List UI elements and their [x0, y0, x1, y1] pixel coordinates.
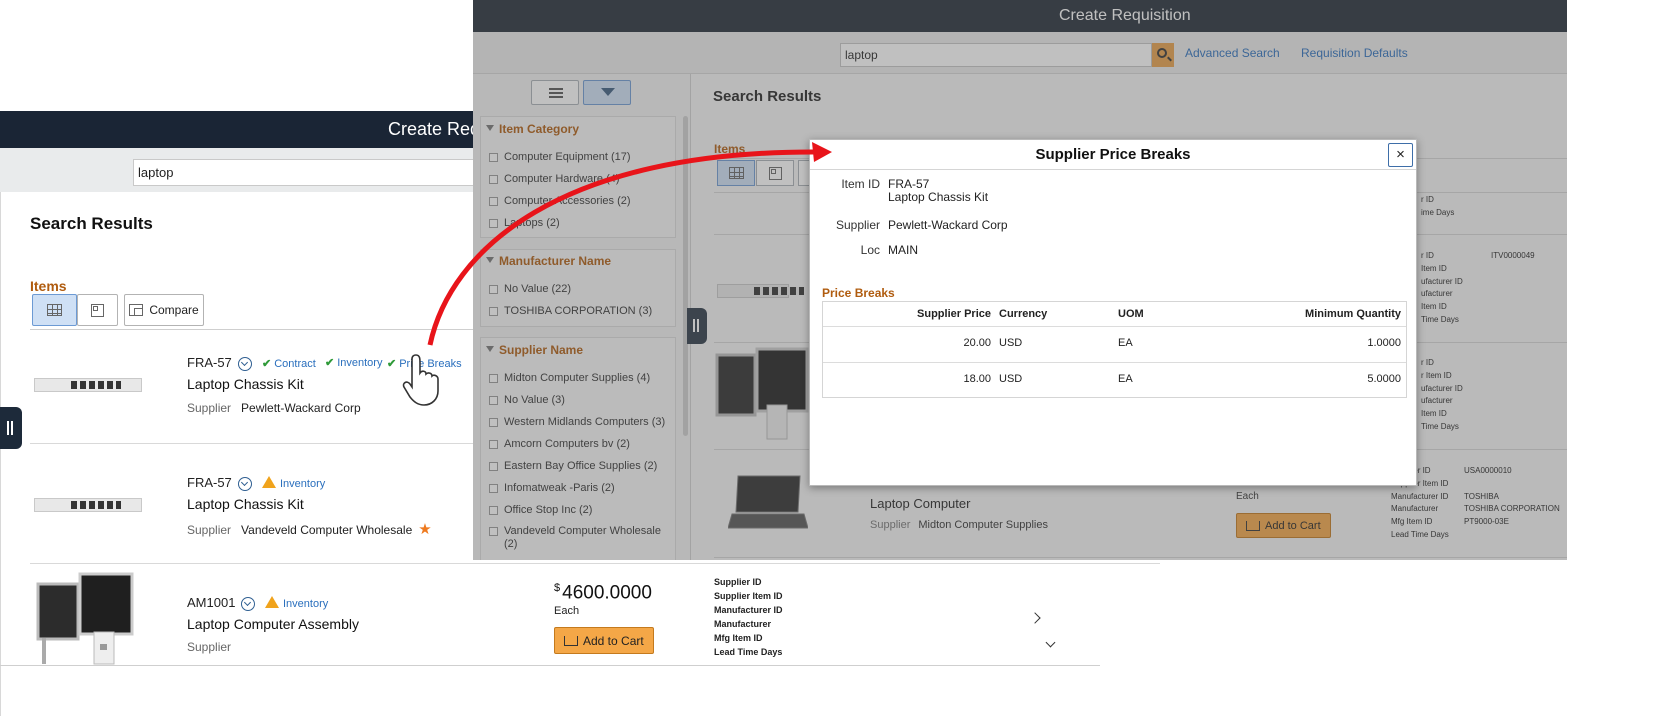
column-header: UOM — [1118, 308, 1144, 320]
attr-label: Manufacturer — [714, 619, 772, 629]
table-cell: 18.00 — [963, 373, 991, 385]
compare-icon — [129, 304, 144, 316]
supplier-label: Supplier — [187, 401, 232, 415]
check-icon: ✔ — [325, 357, 335, 369]
supplier-value: Pewlett-Wackard Corp — [888, 218, 1008, 232]
item-id-line: AM1001 — [187, 595, 256, 611]
price-value: 4600.0000 — [562, 582, 652, 604]
product-thumbnail — [34, 378, 142, 392]
items-label: Items — [30, 278, 67, 294]
divider — [0, 665, 1100, 666]
table-cell: USD — [999, 373, 1023, 385]
tag-label: Price Breaks — [399, 358, 462, 370]
tile-view-icon — [91, 303, 104, 317]
warning-icon — [265, 596, 279, 608]
table-cell: USD — [999, 337, 1023, 349]
attr-label: Supplier ID — [714, 577, 762, 587]
chevron-down-icon[interactable] — [237, 356, 252, 371]
table-cell: 5.0000 — [1367, 373, 1401, 385]
table-cell: EA — [1118, 373, 1133, 385]
column-header: Currency — [999, 308, 1048, 320]
item-id: FRA-57 — [187, 475, 232, 490]
supplier-label: Supplier — [187, 523, 232, 537]
price-breaks-title: Price Breaks — [822, 286, 895, 300]
add-to-cart-button[interactable]: Add to Cart — [554, 627, 654, 654]
unit-label: Each — [554, 605, 580, 617]
table-cell: EA — [1118, 337, 1133, 349]
inventory-tag[interactable]: Inventory — [265, 596, 328, 610]
tag-label: Inventory — [337, 357, 383, 369]
dialog-titlebar: Supplier Price Breaks × — [810, 140, 1416, 170]
price-breaks-table: Supplier Price Currency UOM Minimum Quan… — [822, 301, 1407, 398]
tag-label: Inventory — [283, 598, 329, 610]
tag-label: Contract — [274, 358, 316, 370]
supplier-value: Vandeveld Computer Wholesale — [241, 523, 413, 537]
attr-label: Supplier Item ID — [714, 591, 783, 601]
divider — [823, 326, 1406, 327]
item-id-value: FRA-57 — [888, 177, 930, 191]
page-title: Search Results — [30, 214, 153, 233]
close-button[interactable]: × — [1388, 143, 1413, 167]
attr-label: Mfg Item ID — [714, 633, 763, 643]
item-id-label: Item ID — [841, 177, 880, 191]
star-icon: ★ — [418, 521, 432, 538]
grid-view-icon — [47, 304, 62, 316]
supplier-line: Supplier — [187, 640, 241, 654]
supplier-price-breaks-dialog: Supplier Price Breaks × Item ID FRA-57 L… — [809, 139, 1417, 486]
dialog-title: Supplier Price Breaks — [1035, 146, 1191, 163]
table-cell: 20.00 — [963, 337, 991, 349]
chevron-down-icon[interactable] — [237, 476, 252, 491]
item-id-line: FRA-57 — [187, 355, 252, 371]
column-header: Supplier Price — [917, 308, 991, 320]
column-header: Minimum Quantity — [1305, 308, 1401, 320]
item-id-line: FRA-57 — [187, 475, 252, 491]
add-to-cart-label: Add to Cart — [583, 633, 644, 648]
item-id: FRA-57 — [187, 355, 232, 370]
check-icon: ✔ — [387, 358, 397, 370]
item-name[interactable]: Laptop Computer Assembly — [187, 616, 359, 632]
item-name[interactable]: Laptop Chassis Kit — [187, 496, 304, 512]
tile-view-button[interactable] — [77, 294, 118, 326]
price-breaks-link[interactable]: ✔ Price Breaks — [387, 357, 462, 370]
supplier-label: Supplier — [187, 640, 232, 654]
compare-button[interactable]: Compare — [124, 294, 204, 326]
supplier-line: Supplier Vandeveld Computer Wholesale ★ — [187, 520, 432, 538]
inventory-tag[interactable]: Inventory — [262, 476, 325, 490]
chevron-right-icon[interactable] — [1029, 612, 1041, 624]
divider — [823, 362, 1406, 363]
compare-label: Compare — [149, 303, 199, 317]
product-image — [36, 572, 134, 665]
panel-collapse-handle[interactable] — [0, 407, 22, 449]
cart-icon — [564, 635, 578, 646]
loc-value: MAIN — [888, 243, 918, 257]
contract-tag[interactable]: ✔ Contract — [262, 357, 316, 370]
warning-icon — [262, 476, 276, 488]
close-icon: × — [1396, 146, 1405, 163]
table-cell: 1.0000 — [1367, 337, 1401, 349]
supplier-line: Supplier Pewlett-Wackard Corp — [187, 401, 361, 415]
tag-label: Inventory — [280, 478, 326, 490]
item-attributes: Supplier ID Supplier Item ID Manufacture… — [714, 575, 783, 659]
item-price: $4600.0000 — [554, 582, 652, 604]
check-icon: ✔ — [262, 358, 272, 370]
supplier-value: Pewlett-Wackard Corp — [241, 401, 361, 415]
grid-view-button[interactable] — [32, 294, 77, 326]
loc-label: Loc — [860, 243, 880, 257]
list-item[interactable]: AM1001 Inventory Laptop Computer Assembl… — [30, 564, 1160, 684]
attr-label: Manufacturer ID — [714, 605, 783, 615]
inventory-tag[interactable]: ✔ Inventory — [325, 356, 382, 369]
item-id: AM1001 — [187, 595, 236, 610]
attr-label: Lead Time Days — [714, 647, 783, 657]
product-thumbnail — [34, 498, 142, 512]
supplier-label: Supplier — [835, 218, 880, 232]
currency-symbol: $ — [554, 582, 561, 594]
chevron-down-icon[interactable] — [241, 596, 256, 611]
item-description: Laptop Chassis Kit — [888, 190, 989, 204]
item-name[interactable]: Laptop Chassis Kit — [187, 376, 304, 392]
divider — [0, 192, 1, 716]
